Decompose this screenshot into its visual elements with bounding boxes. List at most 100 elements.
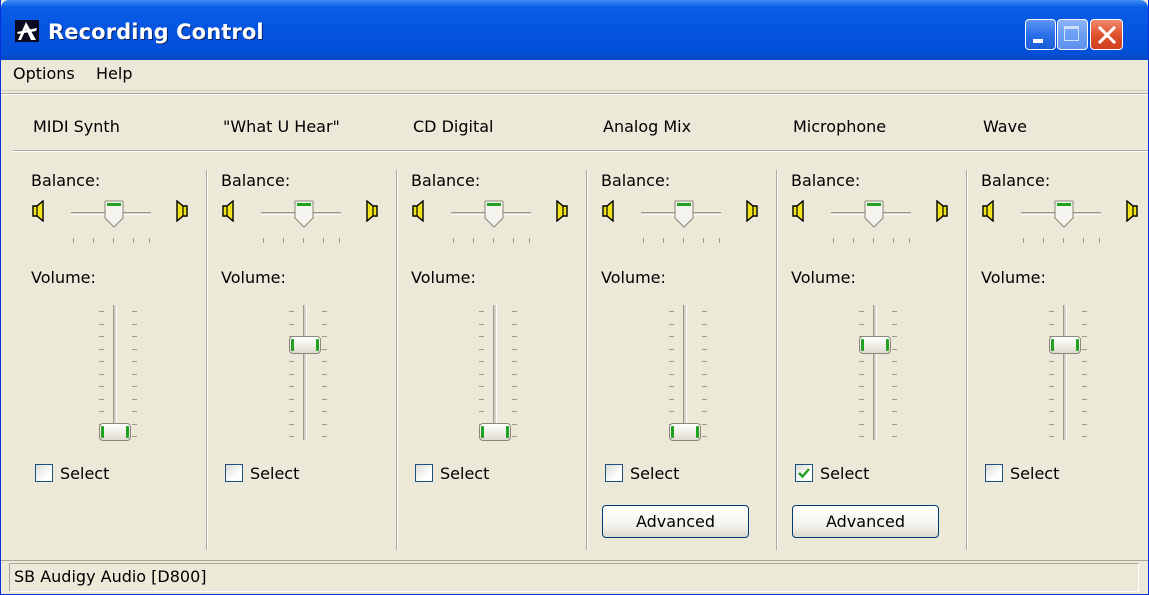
volume-slider-thumb[interactable] [669, 423, 701, 441]
select-checkbox[interactable] [985, 464, 1003, 482]
volume-label: Volume: [31, 268, 96, 287]
balance-tick [719, 238, 720, 243]
balance-tick [513, 238, 514, 243]
volume-tick [1082, 311, 1087, 312]
select-label[interactable]: Select [250, 464, 299, 483]
volume-tick [132, 436, 137, 437]
volume-tick [859, 411, 864, 412]
select-label[interactable]: Select [820, 464, 869, 483]
volume-tick [322, 386, 327, 387]
volume-tick [99, 311, 104, 312]
volume-tick [289, 386, 294, 387]
volume-tick [859, 398, 864, 400]
speaker-left-icon [221, 199, 237, 223]
maximize-button[interactable] [1057, 19, 1088, 50]
balance-slider-thumb[interactable] [104, 200, 124, 228]
volume-tick [479, 348, 484, 350]
volume-tick [702, 361, 707, 362]
advanced-button[interactable]: Advanced [792, 505, 939, 538]
volume-tick [512, 436, 517, 437]
balance-tick [1063, 238, 1064, 243]
volume-tick [1049, 411, 1054, 412]
volume-tick [859, 436, 864, 437]
volume-tick [132, 386, 137, 387]
balance-slider-thumb[interactable] [294, 200, 314, 228]
volume-tick [289, 323, 294, 325]
column-separator [966, 170, 968, 550]
balance-slider-thumb[interactable] [674, 200, 694, 228]
select-label[interactable]: Select [60, 464, 109, 483]
balance-tick [833, 238, 834, 243]
volume-tick [322, 361, 327, 362]
volume-tick [702, 423, 707, 425]
volume-tick [669, 398, 674, 400]
volume-tick [512, 411, 517, 412]
minimize-button[interactable] [1025, 19, 1056, 50]
advanced-button[interactable]: Advanced [602, 505, 749, 538]
volume-tick [512, 423, 517, 425]
volume-tick [479, 336, 484, 337]
balance-tick [453, 238, 454, 243]
speaker-left-icon [791, 199, 807, 223]
speaker-right-icon [1123, 199, 1139, 223]
volume-tick [702, 323, 707, 325]
balance-tick [73, 238, 74, 243]
channel-name-analog-mix: Analog Mix [603, 117, 692, 136]
select-checkbox[interactable] [415, 464, 433, 482]
select-label[interactable]: Select [440, 464, 489, 483]
speaker-left-icon [411, 199, 427, 223]
balance-slider-thumb[interactable] [484, 200, 504, 228]
volume-tick [479, 386, 484, 387]
volume-tick [289, 373, 294, 375]
balance-slider-thumb[interactable] [1054, 200, 1074, 228]
balance-tick [149, 238, 150, 243]
volume-track [1063, 305, 1067, 440]
volume-tick [1082, 386, 1087, 387]
balance-tick [663, 238, 664, 243]
select-checkbox[interactable] [225, 464, 243, 482]
volume-tick [892, 386, 897, 387]
close-button[interactable] [1090, 19, 1123, 50]
volume-tick [322, 423, 327, 425]
volume-slider-thumb[interactable] [479, 423, 511, 441]
select-checkbox[interactable] [35, 464, 53, 482]
balance-tick [529, 238, 530, 243]
volume-tick [1082, 348, 1087, 350]
select-checkbox[interactable] [795, 464, 813, 482]
menu-help[interactable]: Help [96, 64, 132, 83]
balance-tick [93, 238, 94, 243]
speaker-right-icon [933, 199, 949, 223]
volume-tick [1082, 423, 1087, 425]
volume-tick [322, 311, 327, 312]
volume-label: Volume: [601, 268, 666, 287]
speaker-right-icon [363, 199, 379, 223]
select-label[interactable]: Select [630, 464, 679, 483]
volume-tick [702, 348, 707, 350]
volume-slider-thumb[interactable] [99, 423, 131, 441]
select-checkbox[interactable] [605, 464, 623, 482]
volume-tick [669, 373, 674, 375]
menu-options[interactable]: Options [13, 64, 75, 83]
volume-slider-thumb[interactable] [289, 335, 321, 354]
speaker-right-icon [743, 199, 759, 223]
volume-tick [859, 323, 864, 325]
volume-tick [99, 386, 104, 387]
select-label[interactable]: Select [1010, 464, 1059, 483]
volume-tick [99, 348, 104, 350]
balance-slider-thumb[interactable] [864, 200, 884, 228]
balance-tick [853, 238, 854, 243]
volume-tick [132, 373, 137, 375]
title-bar[interactable]: Recording Control [1, 0, 1148, 60]
balance-label: Balance: [221, 171, 291, 190]
balance-tick [473, 238, 474, 243]
balance-tick [703, 238, 704, 243]
volume-tick [512, 398, 517, 400]
volume-tick [1082, 336, 1087, 337]
channel-name-what-u-hear: "What U Hear" [223, 117, 340, 136]
volume-slider-thumb[interactable] [859, 335, 891, 354]
app-logo-icon[interactable] [15, 20, 39, 42]
volume-slider-thumb[interactable] [1049, 335, 1081, 354]
volume-tick [669, 411, 674, 412]
volume-tick [702, 398, 707, 400]
volume-tick [322, 336, 327, 337]
